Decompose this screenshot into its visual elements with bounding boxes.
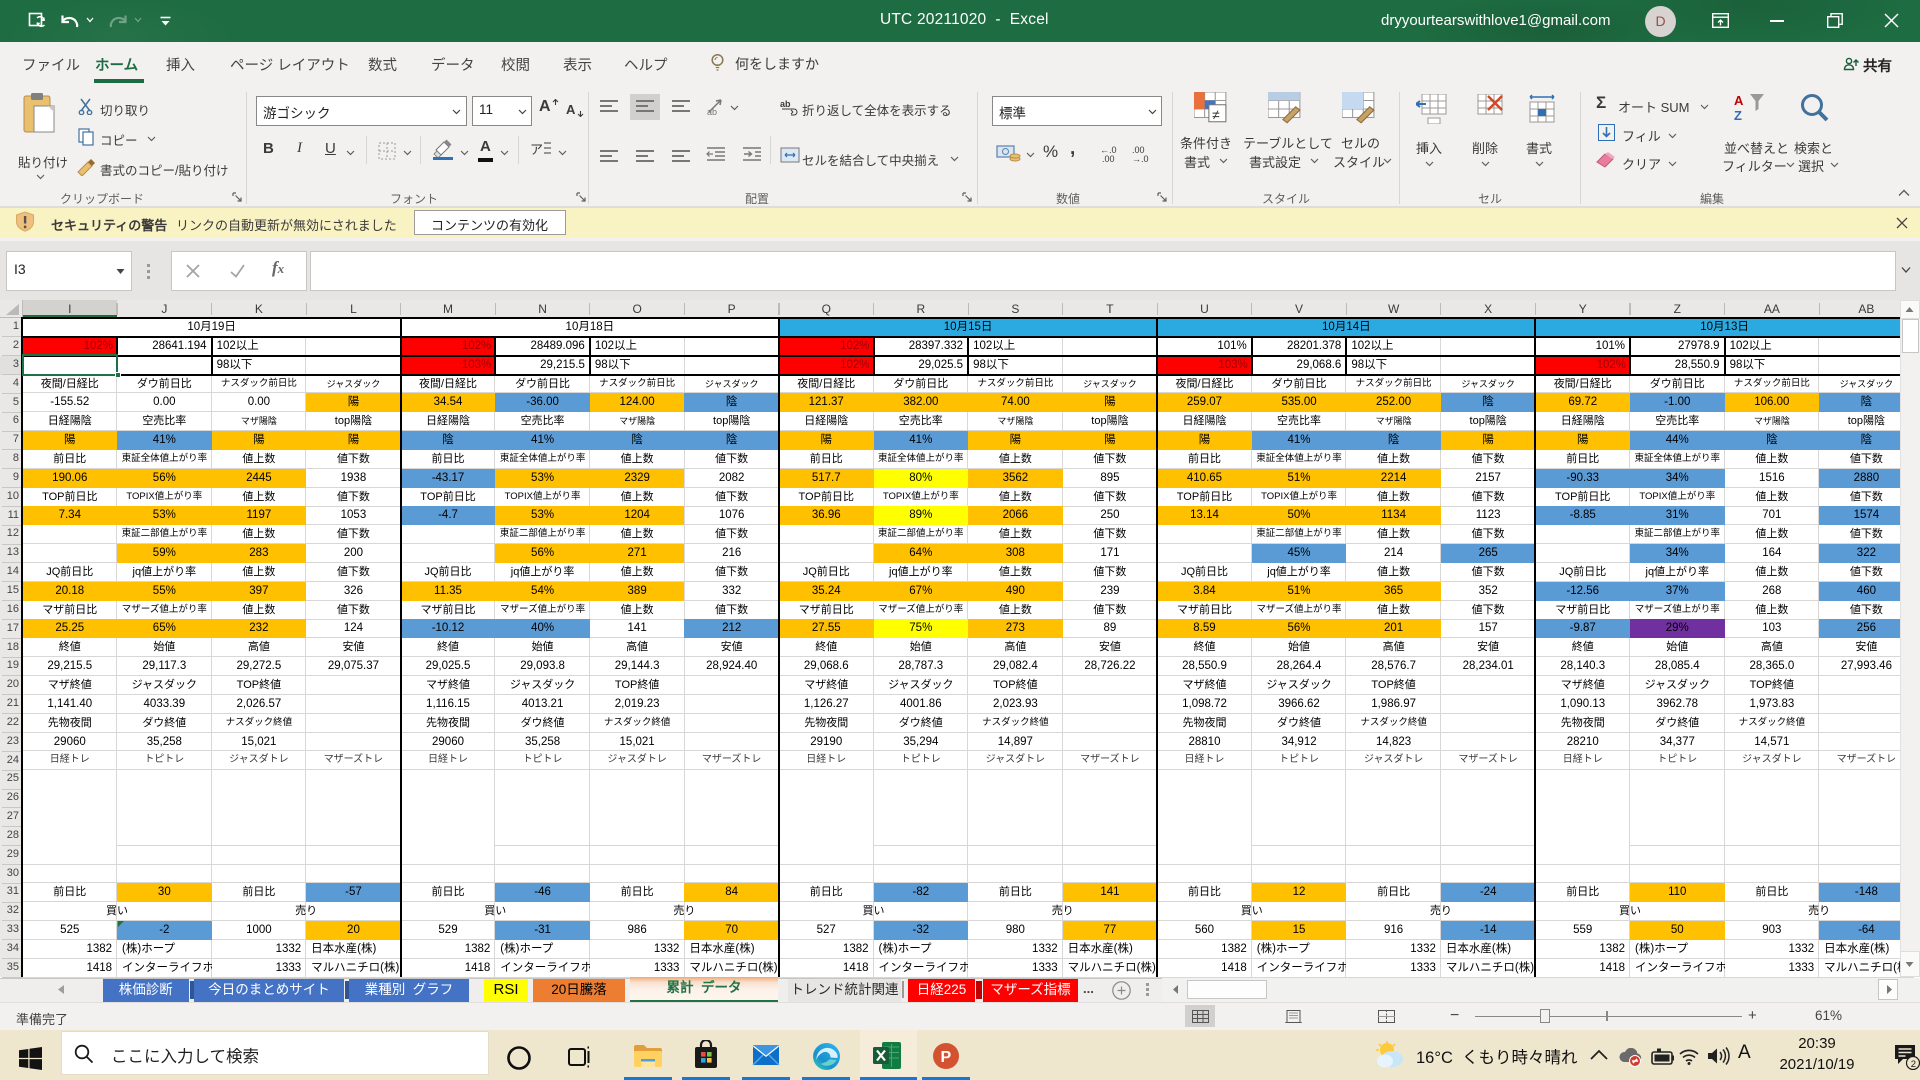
svg-text:ア: ア (530, 142, 543, 157)
svg-text:.00: .00 (1102, 154, 1115, 163)
svg-text:2: 2 (1911, 1059, 1916, 1070)
svg-text:ab: ab (780, 99, 791, 109)
svg-text:Z: Z (1734, 108, 1742, 123)
svg-text:A: A (1734, 93, 1744, 108)
svg-text:≠: ≠ (1212, 107, 1220, 123)
svg-text:→.0: →.0 (1132, 154, 1149, 163)
svg-text:ab: ab (707, 107, 717, 115)
svg-text:P: P (941, 1049, 952, 1066)
